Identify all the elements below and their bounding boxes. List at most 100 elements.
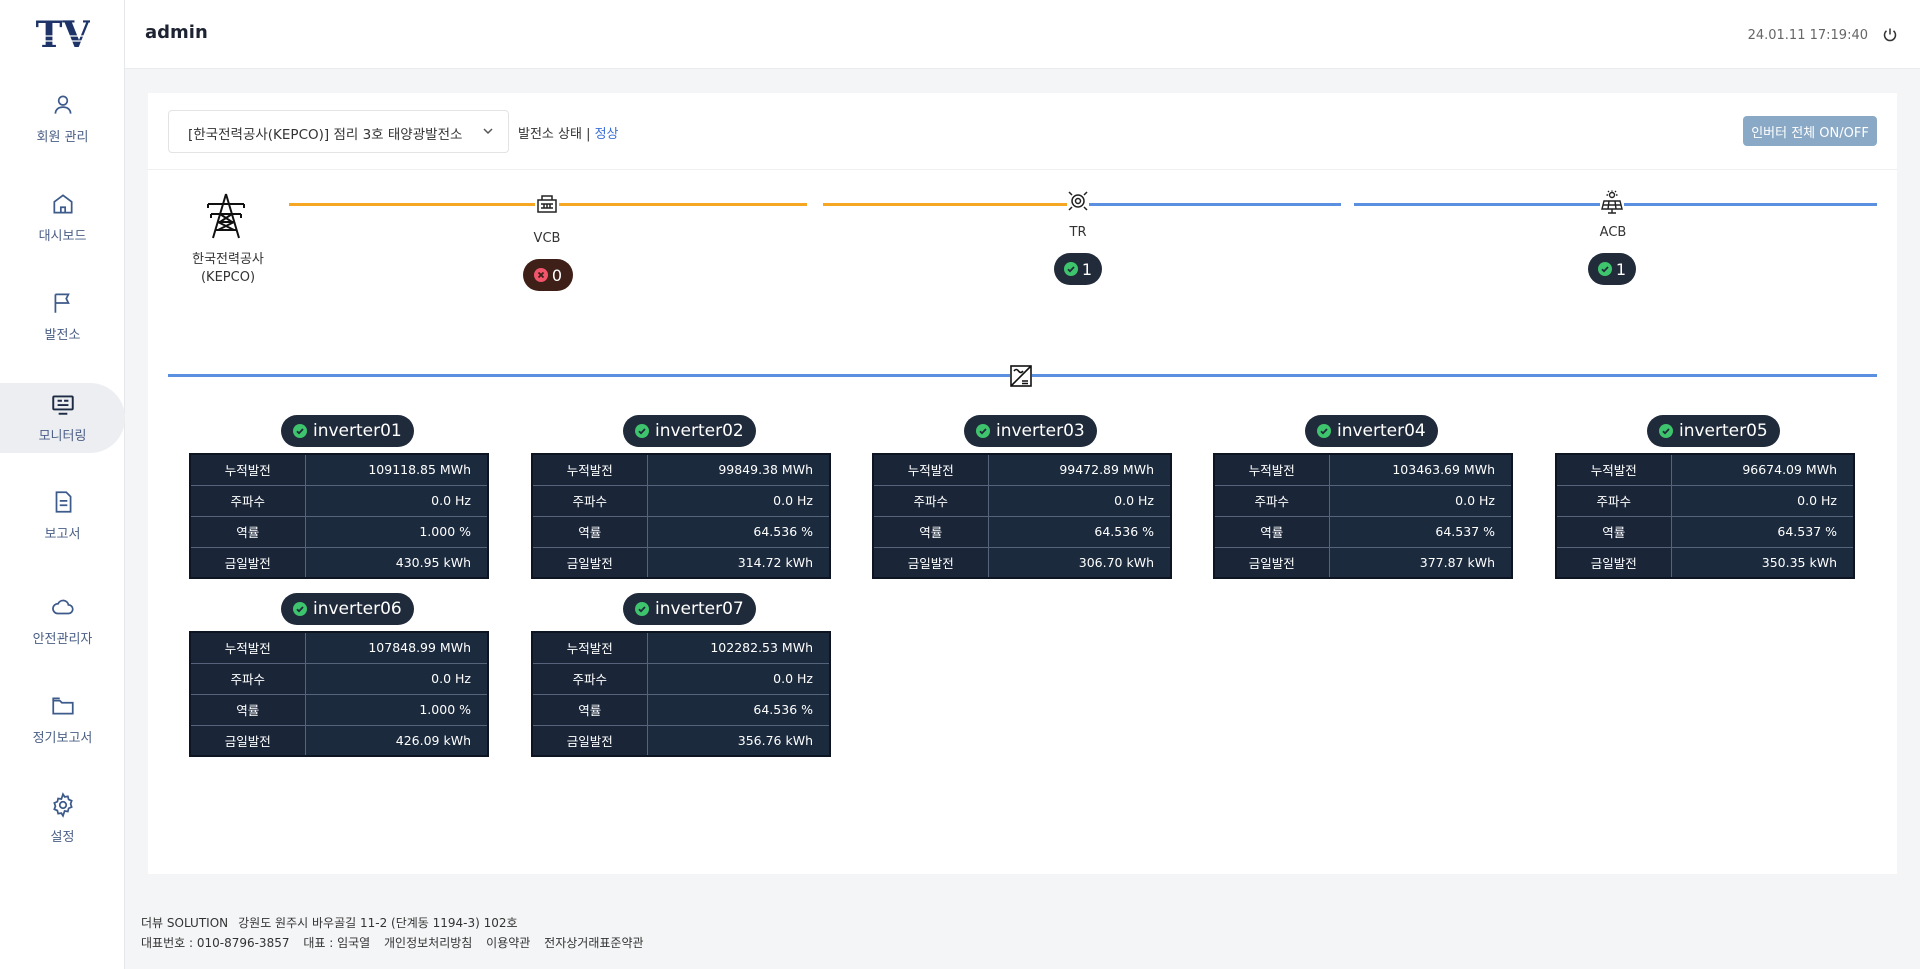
inverter-name: inverter01 [313,421,402,441]
transformer-icon [1067,190,1089,212]
sidebar-item-label: 설정 [50,830,75,845]
metric-value: 96674.09 MWh [1670,453,1855,486]
check-circle-icon [1597,262,1612,276]
acb-status-badge[interactable]: 1 [1588,253,1636,285]
inverter-name-badge[interactable]: inverter02 [623,415,756,447]
metric-value: 64.536 % [646,693,831,726]
metric-label: 누적발전 [1213,453,1330,486]
metric-value: 0.0 Hz [304,484,489,517]
footer-link-terms[interactable]: 이용약관 [486,936,530,950]
metric-label: 금일발전 [531,724,648,757]
inverter-name: inverter04 [1337,421,1426,441]
top-header: admin 24.01.11 17:19:40 [125,0,1920,69]
footer-link-ecommerce-terms[interactable]: 전자상거래표준약관 [544,936,643,950]
metric-value: 107848.99 MWh [304,631,489,664]
check-circle-icon [976,424,990,438]
inverter-metrics-table: 누적발전 107848.99 MWh 주파수 0.0 Hz 역률 1.000 % 금일발전 4… [189,631,489,757]
metric-value: 0.0 Hz [1328,484,1513,517]
metric-value: 0.0 Hz [304,662,489,695]
metric-value: 99472.89 MWh [987,453,1172,486]
check-circle-icon [1317,424,1331,438]
vcb-status-badge[interactable]: 0 [523,259,573,291]
home-icon [52,194,73,214]
metric-value: 426.09 kWh [304,724,489,757]
source-label-line1: 한국전력공사 [192,252,264,267]
inverter-metrics-table: 누적발전 103463.69 MWh 주파수 0.0 Hz 역률 64.537 % 금일발전… [1213,453,1513,579]
tr-status-badge[interactable]: 1 [1054,253,1102,285]
sidebar-item-label: 보고서 [44,527,81,542]
inverter-name-badge[interactable]: inverter05 [1647,415,1780,447]
metric-label: 주파수 [531,662,648,695]
check-circle-icon [635,424,649,438]
table-row: 역률 64.536 % [531,515,831,548]
table-row: 역률 64.537 % [1213,515,1513,548]
line-vcb-tr-left [823,203,1069,206]
logo[interactable]: TV [36,16,90,54]
metric-value: 64.536 % [987,515,1172,548]
gear-icon [52,792,73,818]
user-icon [54,95,71,114]
sidebar-item-safety-manager[interactable]: 안전관리자 [0,594,125,664]
sidebar-item-dashboard[interactable]: 대시보드 [0,191,125,261]
metric-value: 356.76 kWh [646,724,831,757]
flag-icon [54,293,70,313]
tr-count: 1 [1081,259,1093,279]
sidebar-item-members[interactable]: 회원 관리 [0,92,125,162]
table-row: 역률 64.537 % [1555,515,1855,548]
inverter-name-badge[interactable]: inverter07 [623,593,756,625]
table-row: 주파수 0.0 Hz [189,662,489,695]
metric-value: 64.536 % [646,515,831,548]
metric-label: 금일발전 [531,546,648,579]
metric-label: 누적발전 [531,631,648,664]
metric-value: 350.35 kWh [1670,546,1855,579]
inverter-name: inverter02 [655,421,744,441]
error-icon [533,268,548,282]
footer: 더뷰 SOLUTION 강원도 원주시 바우골길 11-2 (단계동 1194-3… [141,913,654,953]
metric-label: 주파수 [1555,484,1672,517]
table-row: 금일발전 306.70 kWh [872,546,1172,579]
table-row: 금일발전 314.72 kWh [531,546,831,579]
table-row: 누적발전 99472.89 MWh [872,453,1172,486]
inverter-name: inverter06 [313,599,402,619]
sidebar-item-plant[interactable]: 발전소 [0,290,125,360]
folder-icon [51,697,74,715]
sidebar-item-periodic-report[interactable]: 정기보고서 [0,693,125,763]
table-row: 주파수 0.0 Hz [531,662,831,695]
power-icon[interactable] [1882,27,1898,43]
table-row: 누적발전 107848.99 MWh [189,631,489,664]
metric-label: 금일발전 [1213,546,1330,579]
sidebar-item-reports[interactable]: 보고서 [0,489,125,559]
table-row: 역률 1.000 % [189,693,489,726]
inverter-name-badge[interactable]: inverter03 [964,415,1097,447]
line-tr-right [1085,203,1341,206]
table-row: 금일발전 377.87 kWh [1213,546,1513,579]
inverter-name-badge[interactable]: inverter01 [281,415,414,447]
sidebar-item-label: 발전소 [44,328,81,343]
sidebar-item-monitoring[interactable]: 모니터링 [0,383,125,453]
metric-label: 누적발전 [189,631,306,664]
inverter-all-toggle-button[interactable]: 인버터 전체 ON/OFF [1743,116,1877,146]
inverter-name: inverter03 [996,421,1085,441]
metric-label: 누적발전 [189,453,306,486]
metric-label: 금일발전 [872,546,989,579]
inverter-name-badge[interactable]: inverter06 [281,593,414,625]
check-circle-icon [293,424,307,438]
sidebar-item-settings[interactable]: 설정 [0,792,125,862]
table-row: 주파수 0.0 Hz [1555,484,1855,517]
metric-label: 역률 [189,515,306,548]
metric-label: 누적발전 [531,453,648,486]
plant-select[interactable]: [한국전력공사(KEPCO)] 점리 3호 태양광발전소 [168,110,509,153]
sidebar-item-label: 모니터링 [38,429,87,444]
metric-value: 103463.69 MWh [1328,453,1513,486]
metric-label: 누적발전 [872,453,989,486]
vcb-breaker-icon [535,192,559,216]
inverter-name-badge[interactable]: inverter04 [1305,415,1438,447]
current-datetime: 24.01.11 17:19:40 [1747,28,1868,43]
footer-link-privacy[interactable]: 개인정보처리방침 [384,936,472,950]
table-row: 역률 64.536 % [872,515,1172,548]
table-row: 금일발전 356.76 kWh [531,724,831,757]
metric-value: 102282.53 MWh [646,631,831,664]
table-row: 금일발전 350.35 kWh [1555,546,1855,579]
sidebar-item-label: 대시보드 [38,229,87,244]
source-label-line2: (KEPCO) [200,270,256,285]
